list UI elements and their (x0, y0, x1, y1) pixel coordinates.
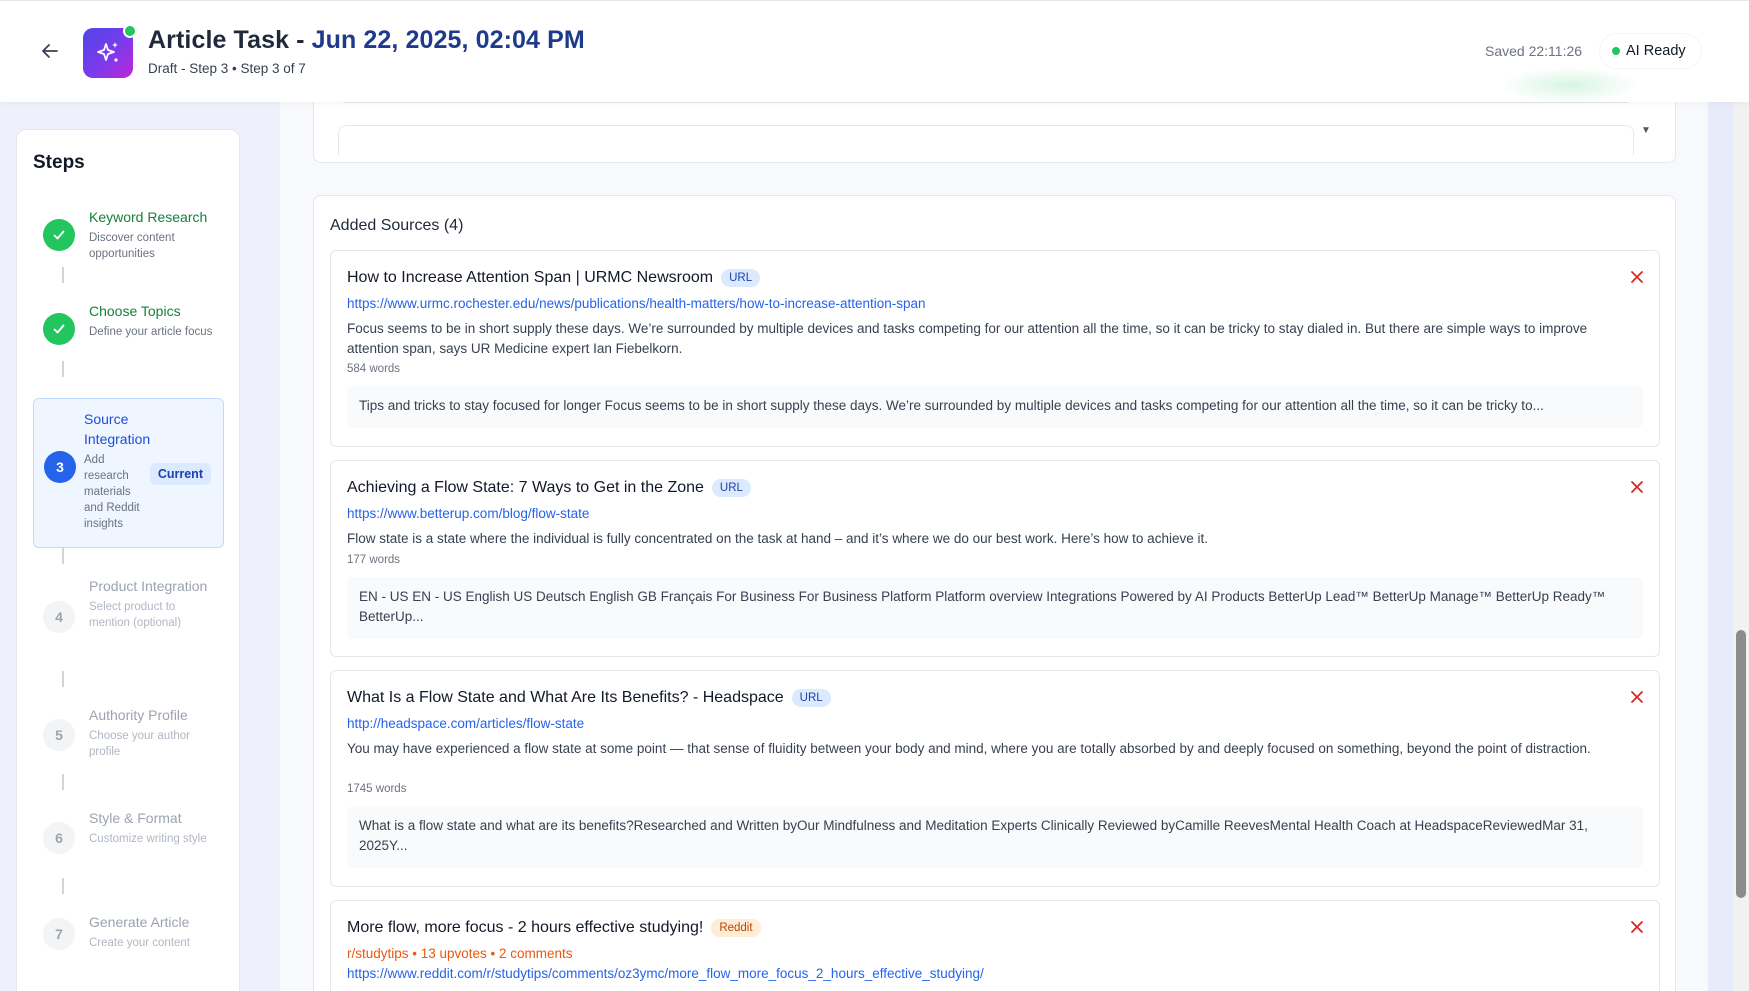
source-url-link[interactable]: https://www.reddit.com/r/studytips/comme… (347, 966, 984, 981)
scrollbar-thumb[interactable] (1736, 630, 1746, 898)
source-card: What Is a Flow State and What Are Its Be… (330, 670, 1660, 887)
source-excerpt: Tips and tricks to stay focused for long… (347, 386, 1643, 428)
step-generate-article[interactable]: 7 Generate Article Create your content (33, 912, 223, 962)
check-icon (43, 313, 75, 345)
added-sources-heading: Added Sources (4) (330, 217, 464, 234)
source-card: How to Increase Attention Span | URMC Ne… (330, 250, 1660, 447)
step-number: 4 (43, 601, 75, 633)
step-authority-profile[interactable]: 5 Authority Profile Choose your author p… (33, 705, 223, 765)
source-description: Focus seems to be in short supply these … (347, 321, 1588, 356)
source-word-count: 584 words (347, 363, 401, 375)
page-title: Article Task - Jun 22, 2025, 02:04 PM (148, 26, 585, 54)
online-status-dot (123, 24, 137, 38)
source-word-count: 177 words (347, 554, 401, 566)
step-number: 6 (43, 822, 75, 854)
step-description: Add research materials and Reddit insigh… (84, 454, 140, 530)
step-description: Select product to mention (optional) (89, 601, 182, 629)
step-connector (62, 548, 64, 564)
step-title: Authority Profile (89, 707, 188, 723)
source-card: More flow, more focus - 2 hours effectiv… (330, 900, 1660, 991)
step-number: 7 (43, 918, 75, 950)
remove-source-close-icon[interactable] (1627, 687, 1647, 707)
current-badge: Current (149, 463, 211, 485)
source-card: Achieving a Flow State: 7 Ways to Get in… (330, 460, 1660, 657)
source-type-badge: URL (791, 689, 831, 707)
source-description: Flow state is a state where the individu… (347, 531, 1208, 546)
added-sources-panel: Added Sources (4) How to Increase Attent… (313, 195, 1676, 991)
step-description: Customize writing style (89, 833, 207, 845)
vertical-scrollbar[interactable] (1733, 102, 1749, 991)
app-header: Article Task - Jun 22, 2025, 02:04 PM Dr… (0, 0, 1749, 103)
step-description: Define your article focus (89, 326, 213, 338)
source-excerpt: What is a flow state and what are its be… (347, 806, 1643, 868)
app-logo (83, 24, 137, 78)
remove-source-close-icon[interactable] (1627, 477, 1647, 497)
step-title: Generate Article (89, 914, 190, 930)
source-type-badge: Reddit (711, 919, 761, 937)
source-title: More flow, more focus - 2 hours effectiv… (347, 919, 704, 936)
step-connector (62, 774, 64, 790)
steps-sidebar: Steps Keyword Research Discover content … (16, 129, 240, 991)
check-icon (43, 219, 75, 251)
step-product-integration[interactable]: 4 Product Integration Select product to … (33, 576, 223, 656)
ai-ready-badge: AI Ready (1600, 34, 1701, 68)
sparkles-icon (97, 42, 118, 62)
source-url-link[interactable]: https://www.urmc.rochester.edu/news/publ… (347, 296, 926, 311)
source-type-badge: URL (721, 269, 761, 287)
source-type-badge: URL (711, 479, 751, 497)
reddit-post-meta: r/studytips • 13 upvotes • 2 comments (347, 946, 573, 961)
source-excerpt: EN - US EN - US English US Deutsch Engli… (347, 577, 1643, 639)
source-word-count: 1745 words (347, 783, 407, 795)
step-title: Product Integration (89, 578, 208, 594)
step-connector (62, 267, 64, 283)
source-title: How to Increase Attention Span | URMC Ne… (347, 269, 714, 286)
main-content: ▼ Added Sources (4) How to Increase Atte… (280, 80, 1708, 991)
arrow-left-icon (42, 44, 58, 58)
chevron-down-icon[interactable]: ▼ (1641, 125, 1651, 136)
page-subtitle: Draft - Step 3 • Step 3 of 7 (148, 61, 306, 76)
source-title: What Is a Flow State and What Are Its Be… (347, 689, 784, 706)
step-title: Style & Format (89, 810, 182, 826)
step-style-format[interactable]: 6 Style & Format Customize writing style (33, 808, 223, 868)
step-title: Keyword Research (89, 209, 208, 225)
back-button[interactable] (36, 37, 64, 65)
step-number: 3 (44, 451, 76, 483)
step-source-integration[interactable]: 3 Source Integration Add research materi… (33, 398, 224, 548)
saved-status: Saved 22:11:26 (1485, 43, 1583, 59)
step-connector (62, 671, 64, 687)
steps-heading: Steps (33, 152, 85, 173)
source-url-link[interactable]: https://www.betterup.com/blog/flow-state (347, 506, 589, 521)
step-description: Choose your author profile (89, 730, 191, 758)
ai-status-label: AI Ready (1626, 43, 1686, 59)
step-number: 5 (43, 719, 75, 751)
source-url-link[interactable]: http://headspace.com/articles/flow-state (347, 716, 584, 731)
step-title: Choose Topics (89, 303, 181, 319)
ai-status-dot (1612, 47, 1620, 55)
step-description: Create your content (89, 937, 191, 949)
remove-source-close-icon[interactable] (1627, 917, 1647, 937)
step-connector (62, 361, 64, 377)
remove-source-close-icon[interactable] (1627, 267, 1647, 287)
source-description: You may have experienced a flow state at… (347, 741, 1591, 756)
step-title: Source Integration (84, 411, 151, 447)
step-connector (62, 878, 64, 894)
select-field[interactable] (338, 125, 1634, 155)
source-title: Achieving a Flow State: 7 Ways to Get in… (347, 479, 704, 496)
step-description: Discover content opportunities (89, 232, 175, 260)
